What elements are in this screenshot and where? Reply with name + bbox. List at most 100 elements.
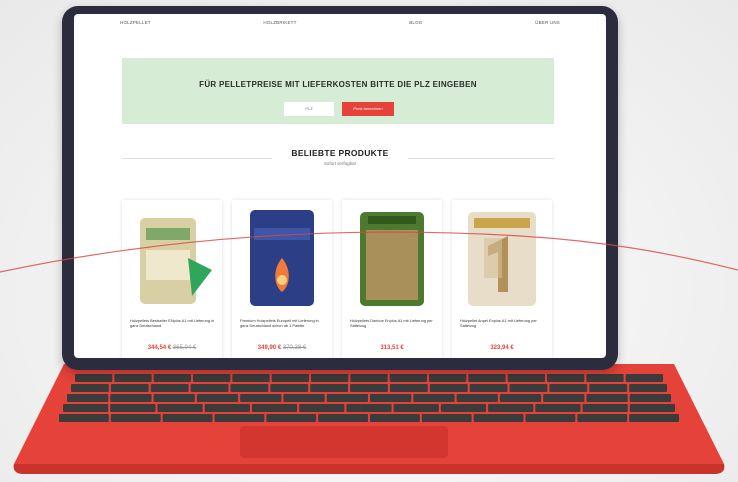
- keyboard-key: [413, 394, 455, 402]
- current-price: 323,94 €: [490, 345, 514, 351]
- keyboard-key: [389, 374, 427, 382]
- section-subtitle: Sofort verfügbar: [323, 161, 357, 166]
- keyboard-key: [299, 404, 345, 412]
- keyboard-key: [350, 384, 388, 392]
- keyboard-key: [251, 404, 298, 412]
- keyboard-key: [629, 384, 667, 392]
- keyboard-key: [193, 374, 231, 382]
- top-navigation: HOLZPELLET HOLZBRIKETT BLOG ÜBER UNS: [74, 14, 606, 30]
- keyboard-key: [440, 404, 487, 412]
- product-name[interactable]: Holzpellets Danhoe Enplus A1 mit Lieferu…: [350, 318, 438, 328]
- keyboard-key: [214, 414, 265, 422]
- keyboard-key: [582, 404, 628, 412]
- keyboard-key: [473, 414, 524, 422]
- keyboard-key: [153, 394, 195, 402]
- keyboard-key: [310, 384, 349, 392]
- keyboard-key: [469, 384, 508, 392]
- keyboard-key: [525, 414, 576, 422]
- current-price: 344,54 €: [147, 345, 172, 351]
- keyboard-key: [393, 404, 439, 412]
- keyboard-key: [350, 374, 388, 382]
- keyboard-key: [150, 384, 189, 392]
- nav-item-holzbrikett[interactable]: HOLZBRIKETT: [263, 20, 296, 25]
- keyboard-key: [110, 404, 156, 412]
- keyboard-key: [110, 414, 161, 422]
- product-name[interactable]: Holzpellets Bestseller ENplus A1 mit Lie…: [130, 318, 218, 328]
- product-card[interactable]: Premium Holzpellets Europell mit Lieferu…: [232, 200, 332, 358]
- keyboard-key: [196, 394, 239, 402]
- current-price: 349,90 €: [257, 345, 282, 351]
- calculate-price-button[interactable]: Preis berechnen: [342, 102, 394, 116]
- keyboard-key: [629, 414, 679, 422]
- plz-title: FÜR PELLETPREISE MIT LIEFERKOSTEN BITTE …: [199, 80, 477, 89]
- keyboard-key: [429, 374, 467, 382]
- keyboard-key: [589, 384, 628, 392]
- keyboard-key: [488, 404, 534, 412]
- keyboard-key: [232, 374, 270, 382]
- divider-left: [122, 158, 272, 159]
- keyboard-key: [71, 384, 109, 392]
- keyboard-key: [230, 384, 269, 392]
- keyboard-key: [509, 384, 548, 392]
- keyboard-key: [346, 404, 392, 412]
- keyboard-key: [507, 374, 545, 382]
- keyboard-key: [547, 374, 585, 382]
- keyboard-key: [75, 374, 113, 382]
- section-title: BELIEBTE PRODUKTE: [291, 148, 389, 158]
- keyboard-key: [190, 384, 229, 392]
- plz-banner: FÜR PELLETPREISE MIT LIEFERKOSTEN BITTE …: [122, 58, 554, 124]
- pellet-bag-icon: [140, 218, 212, 304]
- keyboard-key: [162, 414, 213, 422]
- keyboard-key: [577, 414, 628, 422]
- keyboard-key: [63, 404, 109, 412]
- product-price: 313,51 €: [342, 345, 442, 351]
- product-card[interactable]: Holzpellets Bestseller ENplus A1 mit Lie…: [122, 200, 222, 358]
- keyboard-key: [270, 384, 309, 392]
- keyboard-key: [114, 374, 152, 382]
- keyboard-key: [157, 404, 203, 412]
- keyboard-key: [389, 384, 428, 392]
- product-price: 323,94 €: [452, 345, 552, 351]
- keyboard-key: [629, 394, 671, 402]
- keyboard-key: [535, 404, 581, 412]
- pellet-bag-icon: [250, 210, 314, 306]
- keyboard-key: [421, 414, 472, 422]
- product-name[interactable]: Holzpellet Anpel Enplus A1 mit Lieferung…: [460, 318, 548, 328]
- keyboard-key: [204, 404, 250, 412]
- keyboard-key: [240, 394, 282, 402]
- pellet-bag-icon: [468, 212, 536, 306]
- old-price: 365,04 €: [172, 345, 197, 351]
- nav-item-holzpellet[interactable]: HOLZPELLET: [120, 20, 151, 25]
- keyboard-key: [549, 384, 588, 392]
- old-price: 370,38 €: [282, 345, 307, 351]
- keyboard-key: [586, 394, 628, 402]
- keyboard-key: [326, 394, 368, 402]
- keyboard-key: [110, 394, 152, 402]
- keyboard-key: [67, 394, 109, 402]
- pellet-bag-icon: [360, 212, 424, 306]
- nav-item-blog[interactable]: BLOG: [409, 20, 422, 25]
- keyboard-key: [153, 374, 191, 382]
- keyboard-key: [625, 374, 663, 382]
- keyboard-key: [543, 394, 585, 402]
- keyboard-key: [370, 394, 412, 402]
- keyboard-key: [586, 374, 624, 382]
- website-screen: HOLZPELLET HOLZBRIKETT BLOG ÜBER UNS FÜR…: [74, 14, 606, 358]
- keyboard-key: [59, 414, 109, 422]
- keyboard-key: [370, 414, 420, 422]
- keyboard-key: [468, 374, 506, 382]
- keyboard-key: [429, 384, 468, 392]
- keyboard-key: [266, 414, 317, 422]
- keyboard-key: [283, 394, 325, 402]
- keyboard-key: [318, 414, 368, 422]
- plz-input[interactable]: [284, 102, 334, 116]
- current-price: 313,51 €: [380, 345, 404, 351]
- product-price: 344,54 € 365,04 €: [122, 345, 222, 351]
- product-name[interactable]: Premium Holzpellets Europell mit Lieferu…: [240, 318, 328, 328]
- keyboard-key: [499, 394, 542, 402]
- divider-right: [408, 158, 554, 159]
- nav-item-ueber-uns[interactable]: ÜBER UNS: [535, 20, 560, 25]
- keyboard-key: [456, 394, 498, 402]
- product-card[interactable]: Holzpellets Danhoe Enplus A1 mit Lieferu…: [342, 200, 442, 358]
- product-card[interactable]: Holzpellet Anpel Enplus A1 mit Lieferung…: [452, 200, 552, 358]
